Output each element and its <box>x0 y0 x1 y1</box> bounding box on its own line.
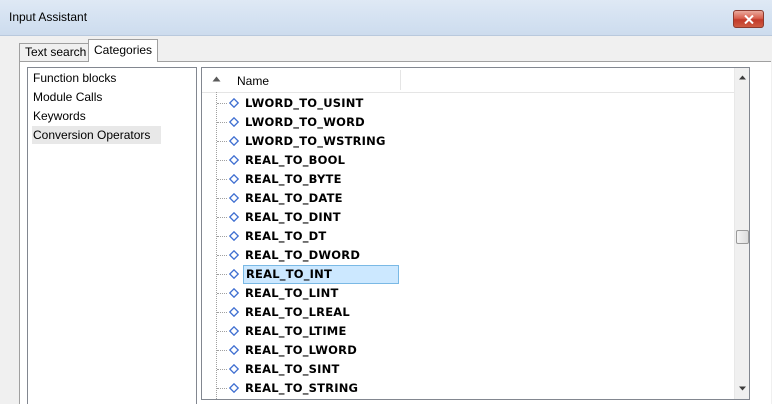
name-column-label: Name <box>237 74 270 88</box>
operator-diamond-icon <box>229 364 239 374</box>
tree-connector <box>217 312 227 313</box>
tree-item-label: REAL_TO_LREAL <box>245 305 350 319</box>
tree-item-label: LWORD_TO_USINT <box>245 96 364 110</box>
tree-item[interactable]: REAL_TO_SINT <box>202 360 734 379</box>
tab-categories[interactable]: Categories <box>88 39 159 62</box>
operator-diamond-icon <box>229 155 239 165</box>
tree-connector <box>217 388 227 389</box>
tree-item-label: REAL_TO_INT <box>243 265 399 284</box>
tree-item[interactable]: REAL_TO_LWORD <box>202 341 734 360</box>
operator-diamond-icon <box>229 269 239 279</box>
tree-connector <box>217 255 227 256</box>
category-item-conversion-operators[interactable]: Conversion Operators <box>32 126 161 144</box>
tree-item[interactable]: REAL_TO_DT <box>202 227 734 246</box>
operator-diamond-icon <box>229 174 239 184</box>
tree-item-label: REAL_TO_LWORD <box>245 343 357 357</box>
category-item-keywords[interactable]: Keywords <box>32 107 161 125</box>
name-column-header[interactable]: Name <box>202 68 734 93</box>
tree-connector <box>217 236 227 237</box>
close-button[interactable] <box>733 10 764 28</box>
operator-diamond-icon <box>229 383 239 393</box>
tree-item[interactable]: LWORD_TO_WORD <box>202 113 734 132</box>
tree-item-label: REAL_TO_DINT <box>245 210 341 224</box>
tree-item[interactable]: REAL_TO_BYTE <box>202 170 734 189</box>
tree-connector <box>217 179 227 180</box>
tree-item-label: REAL_TO_LINT <box>245 286 339 300</box>
scrollbar-thumb[interactable] <box>736 230 749 244</box>
operator-diamond-icon <box>229 307 239 317</box>
scroll-down-icon[interactable] <box>739 386 746 391</box>
tree-connector <box>217 198 227 199</box>
tree-item[interactable]: REAL_TO_STRING <box>202 379 734 398</box>
tree-item-label: REAL_TO_DATE <box>245 191 343 205</box>
tree-connector <box>217 141 227 142</box>
tree-item-label: REAL_TO_DWORD <box>245 248 361 262</box>
tree-connector <box>217 160 227 161</box>
tree-connector <box>217 369 227 370</box>
operator-diamond-icon <box>229 212 239 222</box>
tree-connector <box>217 103 227 104</box>
title-bar[interactable]: Input Assistant <box>0 0 772 36</box>
tree-item[interactable]: REAL_TO_LREAL <box>202 303 734 322</box>
tree-item-label: REAL_TO_BYTE <box>245 172 342 186</box>
tree-connector <box>217 331 227 332</box>
operator-diamond-icon <box>229 288 239 298</box>
tree-connector <box>217 217 227 218</box>
tree-item[interactable]: REAL_TO_LTIME <box>202 322 734 341</box>
category-item-module-calls[interactable]: Module Calls <box>32 88 161 106</box>
tree-item[interactable]: REAL_TO_INT <box>202 265 734 284</box>
tree-item[interactable]: REAL_TO_BOOL <box>202 151 734 170</box>
tree-item-label: LWORD_TO_WSTRING <box>245 134 386 148</box>
input-assistant-window: Input Assistant Text search Categories F… <box>0 0 772 404</box>
tree-item-label: REAL_TO_DT <box>245 229 327 243</box>
sort-ascending-icon <box>212 76 221 82</box>
operator-diamond-icon <box>229 136 239 146</box>
column-divider[interactable] <box>400 70 401 90</box>
category-list: Function blocks Module Calls Keywords Co… <box>27 67 197 404</box>
tree-item[interactable]: LWORD_TO_USINT <box>202 94 734 113</box>
vertical-scrollbar[interactable] <box>734 68 749 399</box>
tree-item-label: REAL_TO_LTIME <box>245 324 347 338</box>
tree-item[interactable]: REAL_TO_DINT <box>202 208 734 227</box>
operator-tree-panel: Name LWORD_TO_USINT LWORD_TO_WORD LWORD_TO… <box>201 67 750 400</box>
operator-diamond-icon <box>229 231 239 241</box>
category-item-function-blocks[interactable]: Function blocks <box>32 69 161 87</box>
tree-item[interactable]: REAL_TO_DATE <box>202 189 734 208</box>
operator-diamond-icon <box>229 117 239 127</box>
tree-connector <box>217 293 227 294</box>
tree-item[interactable]: REAL_TO_LINT <box>202 284 734 303</box>
scroll-up-icon[interactable] <box>739 75 746 80</box>
operator-diamond-icon <box>229 98 239 108</box>
operator-diamond-icon <box>229 250 239 260</box>
tree-item-label: REAL_TO_SINT <box>245 362 340 376</box>
tree-connector <box>217 122 227 123</box>
tab-text-search[interactable]: Text search <box>19 43 93 62</box>
tree-item-label: LWORD_TO_WORD <box>245 115 365 129</box>
window-title: Input Assistant <box>9 10 88 24</box>
tree-connector <box>217 274 227 275</box>
tree-item-label: REAL_TO_BOOL <box>245 153 346 167</box>
tree-item-label: REAL_TO_STRING <box>245 381 359 395</box>
tree-connector <box>217 350 227 351</box>
close-icon <box>743 14 754 24</box>
tree-item[interactable]: LWORD_TO_WSTRING <box>202 132 734 151</box>
tree-item[interactable]: REAL_TO_DWORD <box>202 246 734 265</box>
operator-diamond-icon <box>229 193 239 203</box>
operator-diamond-icon <box>229 326 239 336</box>
operator-diamond-icon <box>229 345 239 355</box>
